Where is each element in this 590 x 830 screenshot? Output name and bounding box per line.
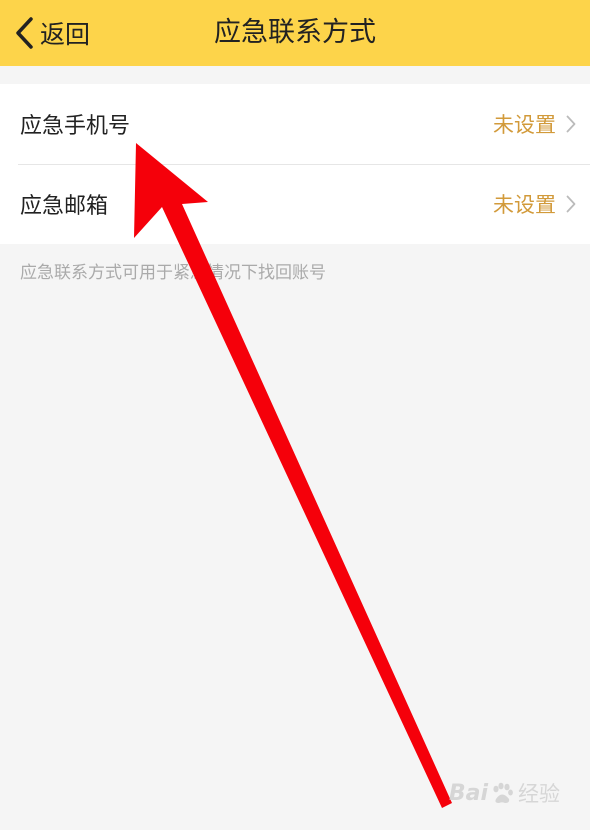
paw-logo-icon <box>493 782 513 803</box>
emergency-phone-row[interactable]: 应急手机号 未设置 <box>0 84 590 164</box>
page-title: 应急联系方式 <box>214 17 376 48</box>
emergency-phone-label: 应急手机号 <box>20 114 131 139</box>
chevron-right-icon <box>566 195 576 213</box>
watermark-brand: Bai <box>448 780 488 806</box>
watermark: Bai 经验 <box>449 778 560 808</box>
chevron-right-icon <box>566 115 576 133</box>
hint-text: 应急联系方式可用于紧急情况下找回账号 <box>20 263 326 283</box>
emergency-email-label: 应急邮箱 <box>20 194 109 219</box>
emergency-email-status: 未设置 <box>493 193 556 217</box>
emergency-phone-status: 未设置 <box>493 113 556 137</box>
navigation-bar: 返回 应急联系方式 <box>0 0 590 66</box>
settings-list: 应急手机号 未设置 应急邮箱 未设置 <box>0 84 590 244</box>
watermark-sub: 经验 <box>518 782 560 806</box>
emergency-email-row[interactable]: 应急邮箱 未设置 <box>0 164 590 244</box>
